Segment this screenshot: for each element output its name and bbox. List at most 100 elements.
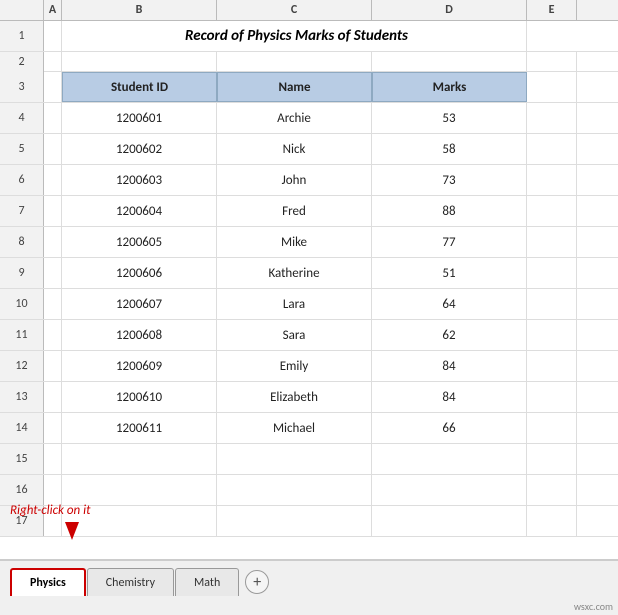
col-header-d: D bbox=[372, 0, 527, 20]
cell-b7[interactable]: 1200604 bbox=[62, 196, 217, 226]
cell-a2[interactable] bbox=[44, 52, 62, 72]
corner-header bbox=[0, 0, 44, 20]
tab-physics[interactable]: Physics bbox=[10, 568, 86, 596]
cell-a14[interactable] bbox=[44, 413, 62, 443]
rownum-5: 5 bbox=[0, 134, 44, 164]
cell-e11[interactable] bbox=[527, 320, 577, 350]
cell-a7[interactable] bbox=[44, 196, 62, 226]
cell-d15[interactable] bbox=[372, 444, 527, 474]
cell-c6[interactable]: John bbox=[217, 165, 372, 195]
cell-d16[interactable] bbox=[372, 475, 527, 505]
cell-d12[interactable]: 84 bbox=[372, 351, 527, 381]
cell-b11[interactable]: 1200608 bbox=[62, 320, 217, 350]
cell-e10[interactable] bbox=[527, 289, 577, 319]
tab-chemistry[interactable]: Chemistry bbox=[87, 568, 174, 596]
cell-a11[interactable] bbox=[44, 320, 62, 350]
cell-e16[interactable] bbox=[527, 475, 577, 505]
cell-d4[interactable]: 53 bbox=[372, 103, 527, 133]
cell-a13[interactable] bbox=[44, 382, 62, 412]
header-name[interactable]: Name bbox=[217, 72, 372, 102]
cell-b12[interactable]: 1200609 bbox=[62, 351, 217, 381]
cell-c10[interactable]: Lara bbox=[217, 289, 372, 319]
cell-d9[interactable]: 51 bbox=[372, 258, 527, 288]
cell-b10[interactable]: 1200607 bbox=[62, 289, 217, 319]
cell-b13[interactable]: 1200610 bbox=[62, 382, 217, 412]
cell-c15[interactable] bbox=[217, 444, 372, 474]
rownum-12: 12 bbox=[0, 351, 44, 381]
cell-a10[interactable] bbox=[44, 289, 62, 319]
cell-d7[interactable]: 88 bbox=[372, 196, 527, 226]
cell-d2[interactable] bbox=[372, 52, 527, 72]
cell-c16[interactable] bbox=[217, 475, 372, 505]
cell-a4[interactable] bbox=[44, 103, 62, 133]
cell-d13[interactable]: 84 bbox=[372, 382, 527, 412]
col-header-c: C bbox=[217, 0, 372, 20]
cell-a1[interactable] bbox=[44, 21, 62, 51]
cell-a6[interactable] bbox=[44, 165, 62, 195]
add-tab-button[interactable]: + bbox=[245, 570, 269, 594]
cell-d10[interactable]: 64 bbox=[372, 289, 527, 319]
cell-b1[interactable]: Record of Physics Marks of Students bbox=[62, 21, 527, 51]
cell-c9[interactable]: Katherine bbox=[217, 258, 372, 288]
cell-b15[interactable] bbox=[62, 444, 217, 474]
cell-e3[interactable] bbox=[527, 72, 577, 102]
cell-c14[interactable]: Michael bbox=[217, 413, 372, 443]
cell-e14[interactable] bbox=[527, 413, 577, 443]
cell-d5[interactable]: 58 bbox=[372, 134, 527, 164]
cell-e5[interactable] bbox=[527, 134, 577, 164]
cell-a15[interactable] bbox=[44, 444, 62, 474]
row-7: 7 1200604 Fred 88 bbox=[0, 196, 618, 227]
cell-e6[interactable] bbox=[527, 165, 577, 195]
cell-c8[interactable]: Mike bbox=[217, 227, 372, 257]
rownum-4: 4 bbox=[0, 103, 44, 133]
cell-b8[interactable]: 1200605 bbox=[62, 227, 217, 257]
cell-c12[interactable]: Emily bbox=[217, 351, 372, 381]
cell-c5[interactable]: Nick bbox=[217, 134, 372, 164]
cell-c2[interactable] bbox=[217, 52, 372, 72]
rownum-9: 9 bbox=[0, 258, 44, 288]
cell-d14[interactable]: 66 bbox=[372, 413, 527, 443]
cell-c11[interactable]: Sara bbox=[217, 320, 372, 350]
cell-d17[interactable] bbox=[372, 506, 527, 536]
data-rows: 4 1200601 Archie 53 5 1200602 Nick 58 6 … bbox=[0, 103, 618, 537]
header-marks[interactable]: Marks bbox=[372, 72, 527, 102]
row-13: 13 1200610 Elizabeth 84 bbox=[0, 382, 618, 413]
cell-e13[interactable] bbox=[527, 382, 577, 412]
cell-b4[interactable]: 1200601 bbox=[62, 103, 217, 133]
cell-e4[interactable] bbox=[527, 103, 577, 133]
col-header-a: A bbox=[44, 0, 62, 20]
rownum-1: 1 bbox=[0, 21, 44, 51]
rownum-2: 2 bbox=[0, 52, 44, 72]
cell-d6[interactable]: 73 bbox=[372, 165, 527, 195]
cell-a12[interactable] bbox=[44, 351, 62, 381]
row-2: 2 bbox=[0, 52, 618, 72]
tab-math[interactable]: Math bbox=[175, 568, 239, 596]
cell-a9[interactable] bbox=[44, 258, 62, 288]
cell-d8[interactable]: 77 bbox=[372, 227, 527, 257]
cell-e17[interactable] bbox=[527, 506, 577, 536]
cell-e15[interactable] bbox=[527, 444, 577, 474]
row-15: 15 bbox=[0, 444, 618, 475]
cell-b14[interactable]: 1200611 bbox=[62, 413, 217, 443]
cell-d11[interactable]: 62 bbox=[372, 320, 527, 350]
cell-b9[interactable]: 1200606 bbox=[62, 258, 217, 288]
cell-e9[interactable] bbox=[527, 258, 577, 288]
cell-e8[interactable] bbox=[527, 227, 577, 257]
cell-c7[interactable]: Fred bbox=[217, 196, 372, 226]
cell-b2[interactable] bbox=[62, 52, 217, 72]
cell-e2[interactable] bbox=[527, 52, 577, 72]
cell-c17[interactable] bbox=[217, 506, 372, 536]
cell-b6[interactable]: 1200603 bbox=[62, 165, 217, 195]
rownum-10: 10 bbox=[0, 289, 44, 319]
row-4: 4 1200601 Archie 53 bbox=[0, 103, 618, 134]
header-student-id[interactable]: Student ID bbox=[62, 72, 217, 102]
cell-c13[interactable]: Elizabeth bbox=[217, 382, 372, 412]
cell-c4[interactable]: Archie bbox=[217, 103, 372, 133]
cell-b5[interactable]: 1200602 bbox=[62, 134, 217, 164]
cell-e12[interactable] bbox=[527, 351, 577, 381]
cell-a3[interactable] bbox=[44, 72, 62, 102]
cell-a5[interactable] bbox=[44, 134, 62, 164]
cell-a8[interactable] bbox=[44, 227, 62, 257]
spreadsheet: A B C D E 1 Record of Physics Marks of S… bbox=[0, 0, 618, 560]
cell-e7[interactable] bbox=[527, 196, 577, 226]
